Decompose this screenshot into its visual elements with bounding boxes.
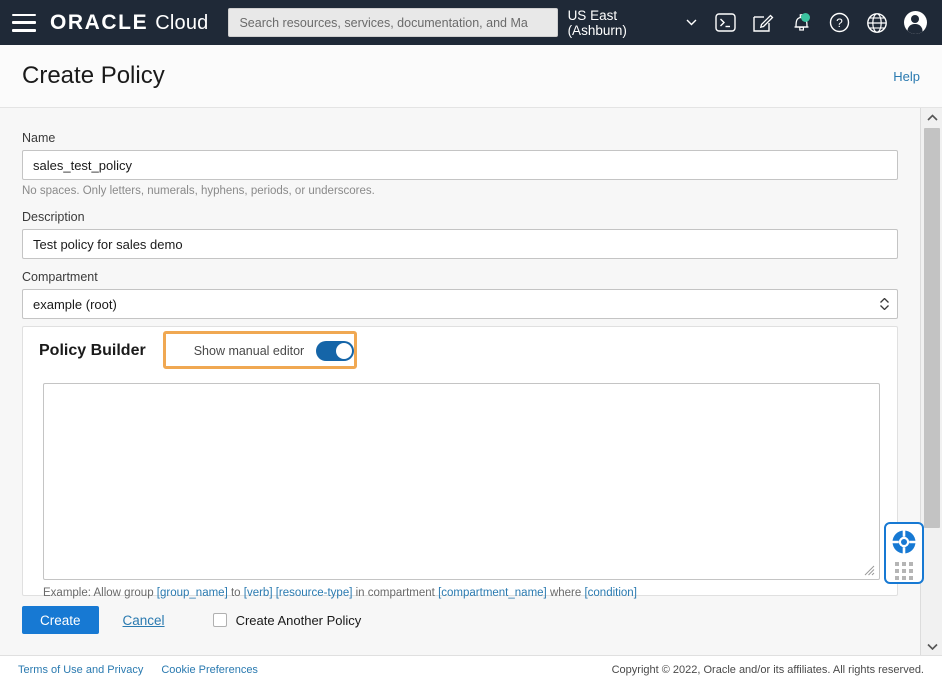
user-menu-button[interactable] [896, 4, 934, 42]
example-to: to [227, 587, 244, 599]
policy-builder-title: Policy Builder [39, 342, 146, 359]
help-question-icon: ? [829, 12, 850, 33]
global-search-box[interactable] [228, 8, 558, 37]
example-where: where [546, 587, 585, 599]
footer-links: Terms of Use and Privacy Cookie Preferen… [18, 664, 258, 676]
brand-cloud-text: Cloud [155, 11, 209, 34]
support-widget[interactable] [884, 522, 924, 584]
name-hint: No spaces. Only letters, numerals, hyphe… [22, 185, 375, 197]
scroll-down-arrow[interactable] [921, 637, 942, 655]
hamburger-menu-icon[interactable] [12, 13, 36, 32]
terms-link[interactable]: Terms of Use and Privacy [18, 664, 143, 676]
example-compartment-token: [compartment_name] [438, 587, 547, 599]
copyright-text: Copyright © 2022, Oracle and/or its affi… [611, 664, 924, 676]
page-title: Create Policy [22, 62, 165, 89]
example-group-token: [group_name] [156, 587, 228, 599]
manual-editor-toggle[interactable] [316, 341, 355, 361]
cancel-link[interactable]: Cancel [123, 613, 165, 628]
notifications-button[interactable] [783, 4, 821, 42]
edit-pencil-icon [753, 14, 774, 32]
policy-builder-header: Policy Builder Show manual editor [23, 327, 897, 369]
policy-builder-card: Policy Builder Show manual editor Exampl… [22, 326, 898, 599]
svg-text:?: ? [836, 16, 843, 30]
policy-example-text: Example: Allow group [group_name] to [ve… [43, 587, 637, 599]
page-header: Create Policy Help [0, 45, 942, 108]
manual-editor-toggle-group[interactable]: Show manual editor [193, 341, 355, 361]
compartment-field-group: Compartment example (root) [22, 270, 898, 319]
form-actions: Create Cancel Create Another Policy [22, 606, 361, 634]
scroll-up-arrow[interactable] [921, 108, 942, 126]
name-label: Name [22, 131, 56, 145]
create-another-policy-checkbox-group[interactable]: Create Another Policy [212, 612, 362, 628]
example-verb-token: [verb] [243, 587, 273, 599]
cloud-shell-icon [715, 13, 736, 32]
help-button[interactable]: ? [820, 4, 858, 42]
language-button[interactable] [858, 4, 896, 42]
oracle-cloud-logo[interactable]: ORACLE Cloud [50, 11, 209, 35]
name-field-group: Name No spaces. Only letters, numerals, … [22, 131, 898, 197]
compartment-select[interactable]: example (root) [22, 289, 898, 319]
cookie-preferences-link[interactable]: Cookie Preferences [161, 664, 258, 676]
top-navigation-bar: ORACLE Cloud US East (Ashburn) [0, 0, 942, 45]
brand-oracle-text: ORACLE [49, 10, 149, 34]
name-input[interactable] [22, 150, 898, 180]
help-link[interactable]: Help [893, 69, 920, 84]
manual-editor-toggle-label: Show manual editor [193, 344, 305, 358]
notification-badge-dot [801, 12, 811, 22]
example-resource-token: [resource-type] [275, 587, 353, 599]
region-selector[interactable]: US East (Ashburn) [558, 8, 707, 38]
policy-statements-editor[interactable] [43, 383, 880, 580]
create-another-policy-label: Create Another Policy [235, 612, 362, 628]
user-avatar-icon [903, 11, 927, 34]
create-another-policy-checkbox[interactable] [212, 613, 227, 627]
example-condition-token: [condition] [584, 587, 637, 599]
lifebuoy-support-icon [892, 530, 916, 554]
description-field-group: Description [22, 210, 898, 259]
compartment-select-wrapper: example (root) [22, 289, 898, 319]
compartment-label: Compartment [22, 270, 98, 284]
region-label: US East (Ashburn) [567, 7, 627, 38]
edit-button[interactable] [745, 4, 783, 42]
create-button[interactable]: Create [22, 606, 99, 634]
cloud-shell-button[interactable] [707, 4, 745, 42]
language-globe-icon [867, 12, 888, 33]
search-input[interactable] [237, 14, 549, 31]
scrollbar-thumb[interactable] [924, 128, 940, 528]
example-prefix: Example: Allow group [43, 587, 157, 599]
drag-dots-handle[interactable] [895, 562, 913, 580]
topbar-right-group: US East (Ashburn) ? [558, 4, 942, 42]
main-content: Name No spaces. Only letters, numerals, … [0, 108, 920, 655]
description-label: Description [22, 210, 85, 224]
chevron-down-icon [686, 19, 697, 26]
page-footer: Terms of Use and Privacy Cookie Preferen… [0, 655, 942, 684]
example-in: in compartment [352, 587, 439, 599]
description-input[interactable] [22, 229, 898, 259]
